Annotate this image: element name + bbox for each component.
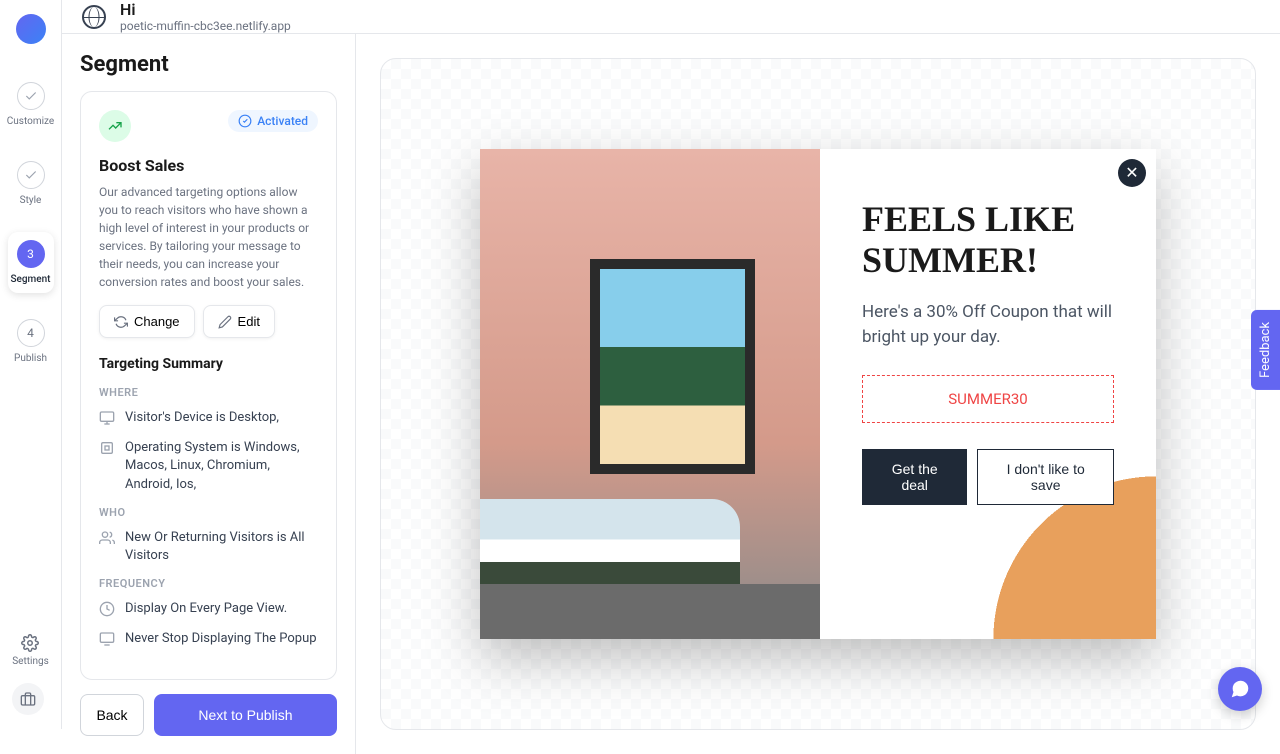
segment-panel: Segment Activated Boost Sales Our	[62, 34, 356, 754]
popup-title: FEELS LIKE SUMMER!	[862, 199, 1114, 282]
clock-icon	[99, 601, 115, 617]
trend-icon	[99, 110, 131, 142]
check-icon	[17, 82, 45, 110]
preview-frame: FEELS LIKE SUMMER! Here's a 30% Off Coup…	[380, 58, 1256, 730]
settings-button[interactable]: Settings	[12, 634, 49, 667]
preview-area: FEELS LIKE SUMMER! Here's a 30% Off Coup…	[356, 34, 1280, 754]
users-icon	[99, 530, 115, 546]
step-label: Style	[20, 195, 42, 206]
nav-step-customize[interactable]: Customize	[8, 74, 54, 135]
step-label: Segment	[10, 274, 50, 285]
next-button[interactable]: Next to Publish	[154, 694, 337, 736]
coupon-code[interactable]: SUMMER30	[862, 375, 1114, 423]
nav-step-style[interactable]: Style	[8, 153, 54, 214]
who-label: WHO	[99, 506, 318, 519]
step-label: Customize	[7, 116, 54, 127]
check-circle-icon	[238, 114, 252, 128]
gear-icon	[21, 634, 39, 652]
segment-description: Our advanced targeting options allow you…	[99, 183, 318, 291]
pencil-icon	[218, 315, 232, 329]
feedback-tab[interactable]: Feedback	[1251, 310, 1280, 390]
chat-icon	[1229, 678, 1251, 700]
check-icon	[17, 161, 45, 189]
targeting-heading: Targeting Summary	[99, 356, 318, 372]
edit-button[interactable]: Edit	[203, 305, 275, 338]
display-icon	[99, 631, 115, 647]
panel-heading: Segment	[80, 52, 337, 77]
where-item: Visitor's Device is Desktop,	[99, 409, 318, 427]
step-number: 3	[17, 240, 45, 268]
chat-button[interactable]	[1218, 667, 1262, 711]
change-button[interactable]: Change	[99, 305, 195, 338]
header: Hi poetic-muffin-cbc3ee.netlify.app	[62, 0, 1280, 34]
popup-subtitle: Here's a 30% Off Coupon that will bright…	[862, 300, 1114, 351]
popup-image	[480, 149, 820, 639]
globe-icon	[82, 5, 106, 29]
where-label: WHERE	[99, 386, 318, 399]
cpu-icon	[99, 440, 115, 456]
settings-label: Settings	[12, 656, 49, 667]
site-title: Hi	[120, 0, 291, 19]
who-item: New Or Returning Visitors is All Visitor…	[99, 529, 318, 565]
where-item: Operating System is Windows, Macos, Linu…	[99, 439, 318, 494]
monitor-icon	[99, 410, 115, 426]
sidebar-nav: Customize Style 3 Segment 4 Publish Sett…	[0, 0, 62, 729]
popup-cta-primary[interactable]: Get the deal	[862, 449, 967, 505]
close-icon: ✕	[1125, 163, 1138, 182]
refresh-icon	[114, 315, 128, 329]
step-number: 4	[17, 319, 45, 347]
popup-close-button[interactable]: ✕	[1118, 159, 1146, 187]
nav-step-segment[interactable]: 3 Segment	[8, 232, 54, 293]
frequency-item: Never Stop Displaying The Popup	[99, 630, 318, 648]
back-button[interactable]: Back	[80, 694, 144, 736]
nav-step-publish[interactable]: 4 Publish	[8, 311, 54, 372]
frequency-item: Display On Every Page View.	[99, 600, 318, 618]
site-url: poetic-muffin-cbc3ee.netlify.app	[120, 19, 291, 33]
popup-cta-secondary[interactable]: I don't like to save	[977, 449, 1114, 505]
step-label: Publish	[14, 353, 47, 364]
popup-preview: FEELS LIKE SUMMER! Here's a 30% Off Coup…	[480, 149, 1156, 639]
briefcase-button[interactable]	[12, 683, 44, 715]
briefcase-icon	[20, 691, 36, 707]
app-logo[interactable]	[16, 14, 46, 44]
segment-card: Activated Boost Sales Our advanced targe…	[80, 91, 337, 680]
status-badge: Activated	[228, 110, 318, 132]
segment-title: Boost Sales	[99, 156, 318, 175]
frequency-label: FREQUENCY	[99, 577, 318, 590]
